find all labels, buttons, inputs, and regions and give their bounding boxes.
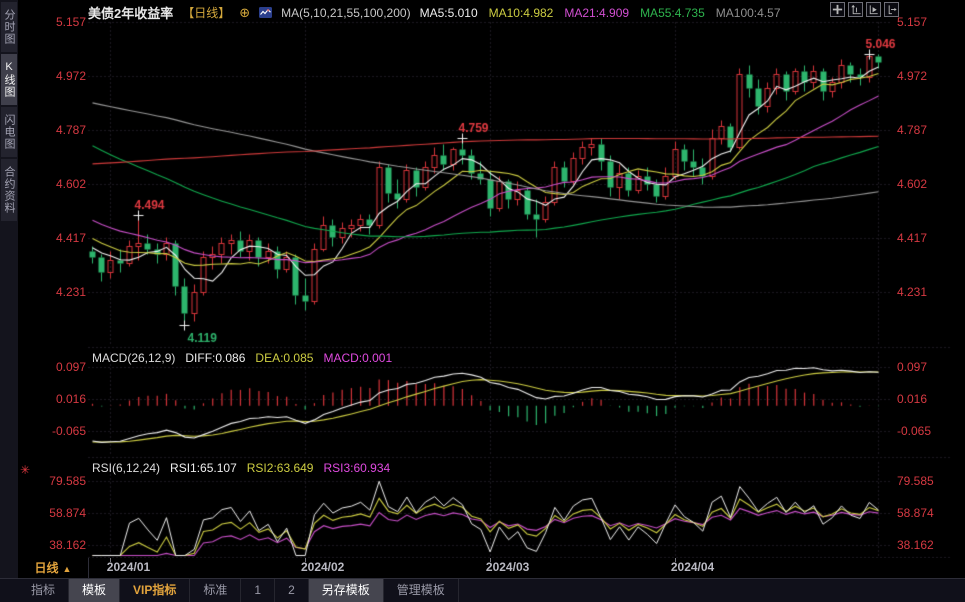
ma-value-3: MA55:4.735 [640,6,705,20]
axis-tick-label: 79.585 [26,474,86,488]
axis-tick-label: 38.162 [897,538,959,552]
axis-tick-label: 4.417 [897,231,959,245]
ma-value-0: MA5:5.010 [420,6,478,20]
axis-tick-label: 58.874 [897,506,959,520]
symbol-name: 美债2年收益率 [88,3,173,22]
rsi2-value: RSI2:63.649 [247,461,314,475]
mini-kline-icon[interactable] [259,7,272,18]
axis-tick-label: 4.787 [26,123,86,137]
macd-params-label: MACD(26,12,9) [92,351,175,365]
month-label: 2024/03 [486,560,529,574]
axis-tick-label: 4.602 [897,177,959,191]
sidebar-tab-time-chart[interactable]: 分时图 [1,2,17,52]
axis-tick-label: -0.065 [26,424,86,438]
toolbar-item-standard[interactable]: 标准 [190,579,241,602]
left-sidebar: 分时图 K线图闪电图合约资料 [0,0,18,578]
axis-tick-label: 4.231 [897,285,959,299]
axis-tick-label: 5.157 [897,15,959,29]
period-selector[interactable]: 日线 ▲ [18,558,89,578]
axis-tick-label: 0.016 [26,392,86,406]
axis-play-icon [867,3,880,16]
chart-toolbar-icons [830,2,899,17]
sidebar-tab-contract-info[interactable]: 合约资料 [1,159,17,221]
toolbar-item-manage-template[interactable]: 管理模板 [384,579,459,602]
period-label: 日线 [35,561,59,575]
axis-tick-label: 58.874 [26,506,86,520]
xaxis-row: 日线 ▲ 2024/01 2024/02 2024/03 2024/04 [18,558,965,578]
rsi-legend: RSI(6,12,24) RSI1:65.107 RSI2:63.649 RSI… [92,461,390,475]
ma-value-2: MA21:4.909 [564,6,629,20]
ma-params-label: MA(5,10,21,55,100,200) [281,6,410,20]
axis-play-button[interactable] [866,2,881,17]
sidebar-tab-kline[interactable]: K线图 [1,54,17,105]
crosshair-button[interactable] [830,2,845,17]
month-label: 2024/02 [301,560,344,574]
ma-value-4: MA100:4.57 [716,6,781,20]
ma-legend: MA5:5.010 MA10:4.982 MA21:4.909 MA55:4.735 M… [420,6,781,20]
toolbar-item-vip-indicators[interactable]: VIP指标 [120,579,190,602]
period-tag: 【日线】 [182,4,230,21]
chart-app-window: 分时图 K线图闪电图合约资料 美债2年收益率 【日线】 ⊕ MA(5,10,21,… [0,0,965,602]
chart-titlebar: 美债2年收益率 【日线】 ⊕ MA(5,10,21,55,100,200) MA… [88,3,781,22]
macd-value: MACD:0.001 [323,351,392,365]
rsi1-value: RSI1:65.107 [170,461,237,475]
rsi3-value: RSI3:60.934 [323,461,390,475]
macd-dea-value: DEA:0.085 [255,351,313,365]
axis-tick-label: 4.972 [26,69,86,83]
chevron-up-icon: ▲ [63,564,72,574]
toolbar-item-templates[interactable]: 模板 [69,579,120,602]
toolbar-item-2[interactable]: 2 [275,579,309,602]
axis-tick-label: 38.162 [26,538,86,552]
sidebar-tab-lightning[interactable]: 闪电图 [1,107,17,157]
axis-tick-label: 0.097 [897,360,959,374]
axis-tick-label: 4.602 [26,177,86,191]
axis-tick-label: 4.417 [26,231,86,245]
axis-up-arrow-icon [849,3,862,16]
bottom-toolbar: 指标模板VIP指标标准12另存模板管理模板 [0,578,965,602]
axis-tick-label: 4.231 [26,285,86,299]
axis-tick-label: 0.097 [26,360,86,374]
axis-tick-label: 0.016 [897,392,959,406]
axis-tick-label: -0.065 [897,424,959,438]
axis-tick-label: 4.972 [897,69,959,83]
axis-reset-button[interactable] [848,2,863,17]
toolbar-item-save-template[interactable]: 另存模板 [309,579,384,602]
month-label: 2024/01 [107,560,150,574]
month-label: 2024/04 [671,560,714,574]
ma-value-1: MA10:4.982 [489,6,554,20]
toolbar-item-indicators[interactable]: 指标 [18,579,69,602]
chart-canvas[interactable] [0,0,965,602]
circle-plus-icon[interactable]: ⊕ [239,7,250,19]
macd-diff-value: DIFF:0.086 [185,351,245,365]
axis-tick-label: 4.787 [897,123,959,137]
axis-tick-label: 5.157 [26,15,86,29]
rsi-params-label: RSI(6,12,24) [92,461,160,475]
crosshair-icon [831,3,844,16]
axis-tick-label: 79.585 [897,474,959,488]
toolbar-item-1[interactable]: 1 [241,579,275,602]
macd-legend: MACD(26,12,9) DIFF:0.086 DEA:0.085 MACD:… [92,351,392,365]
